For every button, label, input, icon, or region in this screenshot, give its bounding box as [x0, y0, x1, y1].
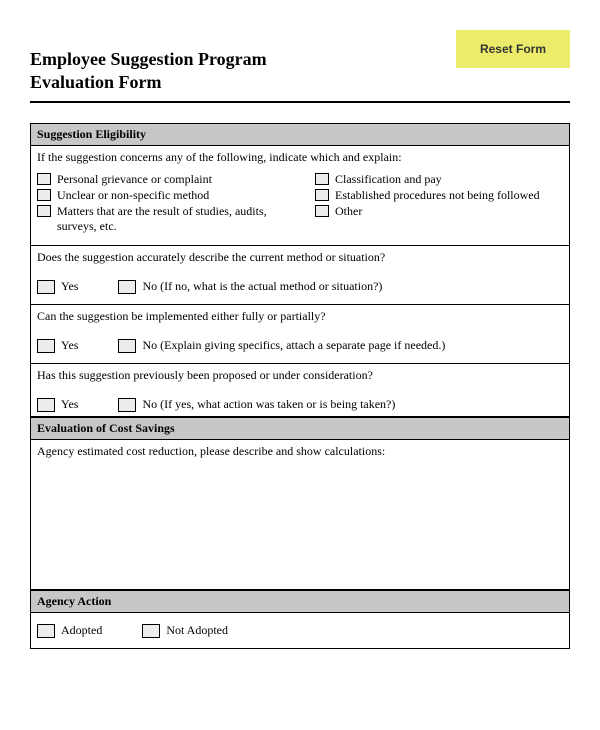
checkbox-established-procedures[interactable]	[315, 189, 329, 201]
eligibility-label: Classification and pay	[335, 172, 442, 187]
eligibility-item: Other	[315, 204, 563, 219]
question-accurate-describe: Does the suggestion accurately describe …	[31, 246, 569, 265]
question-implemented: Can the suggestion be implemented either…	[31, 305, 569, 324]
page-title: Employee Suggestion Program Evaluation F…	[30, 30, 267, 95]
eligibility-label: Unclear or non-specific method	[57, 188, 209, 203]
section-cost-header: Evaluation of Cost Savings	[31, 417, 569, 440]
yn-item: No (If yes, what action was taken or is …	[118, 397, 395, 412]
checkbox-classification-pay[interactable]	[315, 173, 329, 185]
checkbox-not-adopted[interactable]	[142, 624, 160, 638]
checkbox-q3-no[interactable]	[118, 398, 136, 412]
yn-row: Yes No (Explain giving specifics, attach…	[37, 338, 563, 353]
checkbox-adopted[interactable]	[37, 624, 55, 638]
title-divider	[30, 101, 570, 103]
not-adopted-label: Not Adopted	[166, 623, 228, 638]
yn-row: Yes No (If yes, what action was taken or…	[37, 397, 563, 412]
q3-yes-label: Yes	[61, 397, 78, 412]
form-page: Employee Suggestion Program Evaluation F…	[0, 0, 600, 669]
eligibility-item: Established procedures not being followe…	[315, 188, 563, 203]
question3-body: Yes No (If yes, what action was taken or…	[31, 383, 569, 417]
title-line1: Employee Suggestion Program	[30, 49, 267, 69]
cost-intro: Agency estimated cost reduction, please …	[37, 444, 563, 459]
eligibility-item: Matters that are the result of studies, …	[37, 204, 285, 234]
eligibility-label: Established procedures not being followe…	[335, 188, 540, 203]
q1-yes-label: Yes	[61, 279, 78, 294]
adopted-label: Adopted	[61, 623, 102, 638]
q3-no-label: No (If yes, what action was taken or is …	[142, 397, 395, 412]
question2-body: Yes No (Explain giving specifics, attach…	[31, 324, 569, 364]
checkbox-unclear-method[interactable]	[37, 189, 51, 201]
checkbox-q1-no[interactable]	[118, 280, 136, 294]
eligibility-item: Classification and pay	[315, 172, 563, 187]
checkbox-personal-grievance[interactable]	[37, 173, 51, 185]
section-action-body: Adopted Not Adopted	[31, 613, 569, 648]
eligibility-label: Other	[335, 204, 362, 219]
checkbox-q2-yes[interactable]	[37, 339, 55, 353]
yn-item: No (Explain giving specifics, attach a s…	[118, 338, 445, 353]
eligibility-label: Matters that are the result of studies, …	[57, 204, 285, 234]
checkbox-other[interactable]	[315, 205, 329, 217]
yn-item: Yes	[37, 279, 78, 294]
section-cost-body: Agency estimated cost reduction, please …	[31, 440, 569, 590]
eligibility-label: Personal grievance or complaint	[57, 172, 212, 187]
eligibility-item: Personal grievance or complaint	[37, 172, 285, 187]
eligibility-col-right: Classification and pay Established proce…	[315, 171, 563, 235]
q2-yes-label: Yes	[61, 338, 78, 353]
eligibility-item: Unclear or non-specific method	[37, 188, 285, 203]
yn-item: Adopted	[37, 623, 102, 638]
yn-row: Yes No (If no, what is the actual method…	[37, 279, 563, 294]
form-table: Suggestion Eligibility If the suggestion…	[30, 123, 570, 649]
eligibility-options: Personal grievance or complaint Unclear …	[37, 171, 563, 235]
checkbox-q3-yes[interactable]	[37, 398, 55, 412]
title-line2: Evaluation Form	[30, 72, 162, 92]
q2-no-label: No (Explain giving specifics, attach a s…	[142, 338, 445, 353]
checkbox-q2-no[interactable]	[118, 339, 136, 353]
eligibility-col-left: Personal grievance or complaint Unclear …	[37, 171, 285, 235]
checkbox-q1-yes[interactable]	[37, 280, 55, 294]
yn-row: Adopted Not Adopted	[37, 623, 563, 638]
question1-body: Yes No (If no, what is the actual method…	[31, 265, 569, 305]
header-row: Employee Suggestion Program Evaluation F…	[30, 30, 570, 95]
yn-item: Yes	[37, 338, 78, 353]
q1-no-label: No (If no, what is the actual method or …	[142, 279, 382, 294]
yn-item: Not Adopted	[142, 623, 228, 638]
checkbox-studies-audits[interactable]	[37, 205, 51, 217]
reset-form-button[interactable]: Reset Form	[456, 30, 570, 68]
yn-item: Yes	[37, 397, 78, 412]
section-action-header: Agency Action	[31, 590, 569, 613]
eligibility-intro: If the suggestion concerns any of the fo…	[37, 150, 563, 165]
section-eligibility-body: If the suggestion concerns any of the fo…	[31, 146, 569, 246]
question-previously-proposed: Has this suggestion previously been prop…	[31, 364, 569, 383]
section-eligibility-header: Suggestion Eligibility	[31, 124, 569, 146]
yn-item: No (If no, what is the actual method or …	[118, 279, 382, 294]
